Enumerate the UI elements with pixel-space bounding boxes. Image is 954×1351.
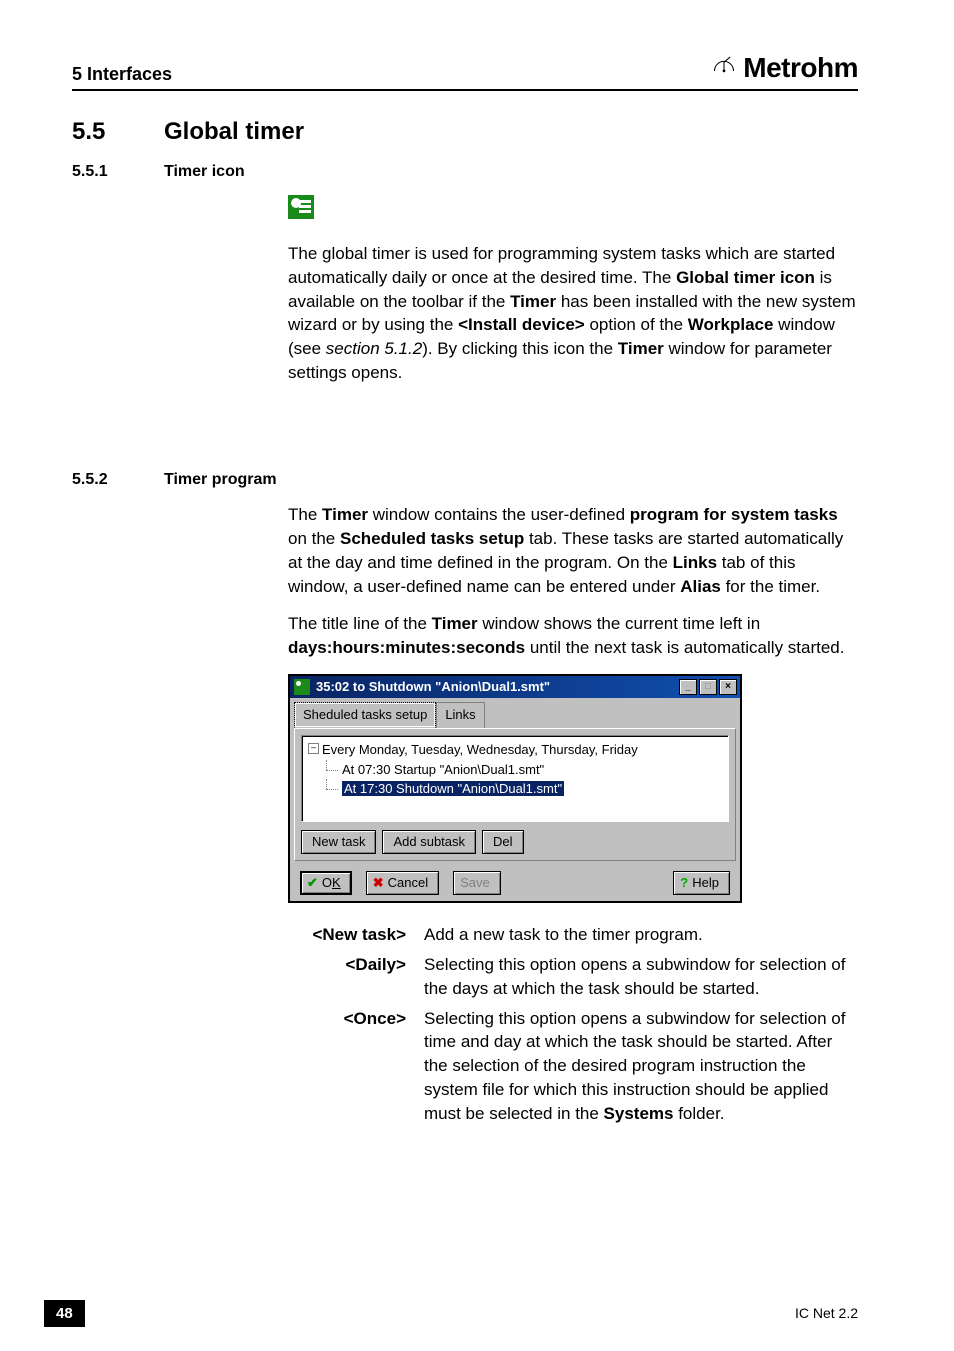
text-bold: Timer: [432, 614, 478, 633]
text: on the: [288, 529, 340, 548]
section-heading: 5.5 Global timer: [72, 115, 858, 149]
text-bold: Workplace: [688, 315, 774, 334]
add-subtask-button[interactable]: Add subtask: [382, 830, 476, 854]
text-bold: Links: [673, 553, 717, 572]
tasks-tree[interactable]: – Every Monday, Tuesday, Wednesday, Thur…: [301, 735, 729, 822]
text-bold: days:hours:minutes:seconds: [288, 638, 525, 657]
text-bold: Alias: [680, 577, 721, 596]
question-icon: ?: [680, 874, 688, 892]
text: window shows the current time left in: [478, 614, 761, 633]
text-bold: Scheduled tasks setup: [340, 529, 524, 548]
sub2-paragraph-1: The Timer window contains the user-defin…: [288, 503, 858, 598]
subsection-2-title: Timer program: [164, 469, 277, 491]
tab-body: – Every Monday, Tuesday, Wednesday, Thur…: [294, 728, 736, 861]
timer-icon: [294, 679, 310, 695]
tree-child-1[interactable]: At 07:30 Startup "Anion\Dual1.smt": [308, 760, 722, 780]
check-icon: ✔: [307, 874, 318, 892]
def-daily: <Daily> Selecting this option opens a su…: [288, 953, 858, 1001]
text-bold: Timer: [322, 505, 368, 524]
section-number: 5.5: [72, 115, 132, 149]
sub1-paragraph: The global timer is used for programming…: [288, 242, 858, 385]
brand-logo: Metrohm: [711, 48, 858, 87]
doc-version: IC Net 2.2: [795, 1304, 858, 1324]
ok-mnemonic: K: [332, 875, 341, 890]
subsection-2-heading: 5.5.2 Timer program: [72, 469, 858, 491]
titlebar-text: 35:02 to Shutdown "Anion\Dual1.smt": [316, 678, 673, 696]
tree-root-label: Every Monday, Tuesday, Wednesday, Thursd…: [322, 742, 638, 757]
sub2-paragraph-2: The title line of the Timer window shows…: [288, 612, 858, 660]
save-label: Save: [460, 874, 490, 892]
tree-toggle-icon[interactable]: –: [308, 743, 319, 754]
page-number: 48: [44, 1300, 85, 1327]
section-title: Global timer: [164, 115, 304, 149]
tree-buttons-row: New task Add subtask Del: [301, 830, 729, 854]
text-bold: <Install device>: [458, 315, 585, 334]
brand-text: Metrohm: [743, 48, 858, 87]
close-button[interactable]: ×: [719, 679, 737, 695]
timer-toolbar-icon: [288, 195, 314, 219]
help-label: Help: [692, 874, 719, 892]
del-button[interactable]: Del: [482, 830, 524, 854]
tab-links[interactable]: Links: [436, 702, 484, 728]
def-desc: Selecting this option opens a subwindow …: [424, 953, 858, 1001]
tree-root-node[interactable]: – Every Monday, Tuesday, Wednesday, Thur…: [308, 740, 722, 760]
brand-icon: [711, 53, 737, 82]
x-icon: ✖: [373, 874, 384, 892]
minimize-button[interactable]: _: [679, 679, 697, 695]
tree-child-2-selected[interactable]: At 17:30 Shutdown "Anion\Dual1.smt": [308, 779, 722, 799]
text: for the timer.: [721, 577, 820, 596]
tab-scheduled-tasks[interactable]: Sheduled tasks setup: [294, 702, 436, 728]
new-task-button[interactable]: New task: [301, 830, 376, 854]
subsection-1-number: 5.5.1: [72, 161, 132, 183]
text: window contains the user-defined: [368, 505, 630, 524]
subsection-1-title: Timer icon: [164, 161, 245, 183]
text: option of the: [585, 315, 688, 334]
tabs-bar: Sheduled tasks setup Links: [290, 698, 740, 728]
titlebar[interactable]: 35:02 to Shutdown "Anion\Dual1.smt" _ □ …: [290, 676, 740, 698]
text-bold: Global timer icon: [676, 268, 815, 287]
text-bold: Systems: [604, 1104, 674, 1123]
def-desc: Selecting this option opens a subwindow …: [424, 1007, 858, 1126]
text: until the next task is automatically sta…: [525, 638, 844, 657]
text-bold: program for system tasks: [630, 505, 838, 524]
def-term: <Once>: [288, 1007, 406, 1031]
def-new-task: <New task> Add a new task to the timer p…: [288, 923, 858, 947]
text: The: [288, 505, 322, 524]
def-desc: Add a new task to the timer program.: [424, 923, 858, 947]
page-header: 5 Interfaces Metrohm: [72, 48, 858, 91]
chapter-label: 5 Interfaces: [72, 62, 172, 87]
timer-window: 35:02 to Shutdown "Anion\Dual1.smt" _ □ …: [288, 674, 742, 903]
page-footer: 48 IC Net 2.2: [0, 1300, 954, 1327]
maximize-button[interactable]: □: [699, 679, 717, 695]
text: The title line of the: [288, 614, 432, 633]
text: ). By clicking this icon the: [422, 339, 618, 358]
ok-prefix: O: [322, 875, 332, 890]
tree-child-label: At 07:30 Startup "Anion\Dual1.smt": [342, 762, 544, 777]
ok-button[interactable]: ✔ OK: [300, 871, 352, 895]
text-bold: Timer: [510, 292, 556, 311]
text: folder.: [673, 1104, 724, 1123]
cancel-button[interactable]: ✖ Cancel: [366, 871, 439, 895]
def-term: <Daily>: [288, 953, 406, 977]
save-button[interactable]: Save: [453, 871, 501, 895]
dialog-buttons-row: ✔ OK ✖ Cancel Save ? Help: [290, 865, 740, 901]
subsection-1-heading: 5.5.1 Timer icon: [72, 161, 858, 183]
help-button[interactable]: ? Help: [673, 871, 730, 895]
def-term: <New task>: [288, 923, 406, 947]
text-bold: Timer: [618, 339, 664, 358]
def-once: <Once> Selecting this option opens a sub…: [288, 1007, 858, 1126]
cancel-label: Cancel: [388, 874, 428, 892]
subsection-2-number: 5.5.2: [72, 469, 132, 491]
tree-child-label: At 17:30 Shutdown "Anion\Dual1.smt": [342, 781, 564, 796]
text-italic: section 5.1.2: [326, 339, 422, 358]
